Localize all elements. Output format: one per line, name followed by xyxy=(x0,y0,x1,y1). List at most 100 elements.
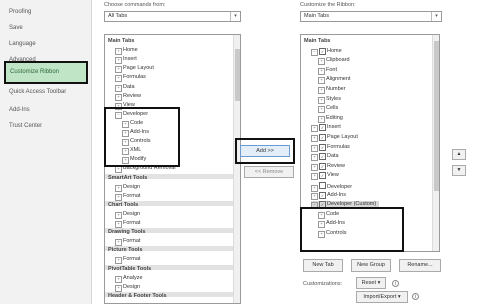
expand-icon[interactable]: + xyxy=(318,58,325,66)
expand-icon[interactable]: + xyxy=(311,154,318,162)
expand-icon[interactable]: + xyxy=(318,115,325,123)
ribbon-item[interactable]: + Number xyxy=(318,86,346,94)
expand-icon[interactable]: + xyxy=(318,67,325,75)
expand-icon[interactable]: + xyxy=(115,257,122,265)
tab-checkbox[interactable]: ✓ xyxy=(319,162,326,170)
scrollbar-thumb[interactable] xyxy=(235,49,240,101)
ribbon-item[interactable]: + ✓ Formulas xyxy=(311,143,350,152)
ribbon-item[interactable]: + Clipboard xyxy=(318,57,350,66)
expand-icon[interactable]: + xyxy=(115,66,122,74)
expand-icon[interactable]: + xyxy=(115,166,122,174)
tab-checkbox[interactable]: ✓ xyxy=(319,172,326,180)
scrollbar-thumb[interactable] xyxy=(434,41,439,191)
expand-icon[interactable]: + xyxy=(115,75,122,83)
command-item[interactable]: + Design xyxy=(115,211,140,219)
customize-ribbon-dropdown[interactable]: Main Tabs ▾ xyxy=(300,11,442,22)
ribbon-item[interactable]: + ✓ Add-Ins xyxy=(311,191,346,200)
ribbon-tree-scrollbar[interactable] xyxy=(432,35,439,251)
nav-item-save[interactable]: Save xyxy=(9,25,23,31)
expand-icon[interactable]: + xyxy=(115,84,122,92)
expand-icon[interactable]: + xyxy=(311,144,318,152)
command-item[interactable]: + Format xyxy=(115,220,140,228)
command-item[interactable]: + Format xyxy=(115,256,140,265)
expand-icon[interactable]: + xyxy=(318,106,325,114)
expand-icon[interactable]: + xyxy=(311,135,318,142)
command-group-header[interactable]: Drawing Tools xyxy=(108,229,145,235)
tab-checkbox[interactable]: ✓ xyxy=(319,124,326,132)
command-group-header[interactable]: Main Tabs xyxy=(108,38,135,44)
expand-icon[interactable]: + xyxy=(311,125,318,133)
command-item[interactable]: + Format xyxy=(115,238,140,247)
move-up-button[interactable]: ▲ xyxy=(452,149,466,160)
command-group-header[interactable]: Chart Tools xyxy=(108,202,138,208)
nav-item-language[interactable]: Language xyxy=(9,41,36,47)
expand-icon[interactable]: + xyxy=(318,96,325,104)
ribbon-item[interactable]: − ✓ Home xyxy=(311,47,342,56)
command-group-header[interactable]: Header & Footer Tools xyxy=(108,293,167,299)
nav-item-proofing[interactable]: Proofing xyxy=(9,9,31,15)
ribbon-item[interactable]: + Styles xyxy=(318,96,341,104)
expand-icon[interactable]: + xyxy=(115,193,122,201)
reset-button[interactable]: Reset ▾ xyxy=(356,277,386,289)
expand-icon[interactable]: + xyxy=(115,284,122,292)
tab-checkbox[interactable]: ✓ xyxy=(319,153,326,161)
command-item[interactable]: + Review xyxy=(115,93,141,101)
command-item[interactable]: + Formulas xyxy=(115,74,146,83)
command-item[interactable]: + Design xyxy=(115,284,140,292)
nav-item-customize-ribbon[interactable]: Customize Ribbon xyxy=(4,61,88,84)
command-group-header[interactable]: SmartArt Tools xyxy=(108,175,147,181)
command-item[interactable]: + Analyze xyxy=(115,275,143,283)
expand-icon[interactable]: + xyxy=(115,184,122,192)
tab-checkbox[interactable] xyxy=(319,182,326,189)
expand-icon[interactable]: + xyxy=(115,211,122,219)
expand-icon[interactable]: + xyxy=(115,275,122,283)
expand-icon[interactable]: + xyxy=(115,239,122,247)
nav-item-add-ins[interactable]: Add-Ins xyxy=(9,107,30,113)
command-item[interactable]: + Home xyxy=(115,47,138,56)
new-group-button[interactable]: New Group xyxy=(351,259,391,272)
move-down-button[interactable]: ▼ xyxy=(452,165,466,176)
expand-icon[interactable]: + xyxy=(311,192,318,200)
command-item[interactable]: + Page Layout xyxy=(115,65,154,74)
ribbon-item[interactable]: + Cells xyxy=(318,105,338,114)
expand-icon[interactable]: + xyxy=(115,221,122,228)
tab-checkbox[interactable]: ✓ xyxy=(319,143,326,151)
expand-icon[interactable]: + xyxy=(115,48,122,56)
expand-icon[interactable]: + xyxy=(318,87,325,94)
rename-button[interactable]: Rename... xyxy=(399,259,441,272)
command-item[interactable]: + Data xyxy=(115,84,135,92)
nav-item-trust-center[interactable]: Trust Center xyxy=(9,123,42,129)
command-item[interactable]: + Insert xyxy=(115,56,137,65)
command-item[interactable]: + Format xyxy=(115,193,140,201)
ribbon-group-header[interactable]: Main Tabs xyxy=(304,38,331,44)
import-export-button[interactable]: Import/Export ▾ xyxy=(356,291,408,303)
tab-checkbox[interactable]: ✓ xyxy=(319,47,326,55)
commands-list-scrollbar[interactable] xyxy=(233,35,240,303)
command-item[interactable]: + Design xyxy=(115,184,140,192)
ribbon-item[interactable]: + Alignment xyxy=(318,76,350,85)
ribbon-item[interactable]: + Editing xyxy=(318,115,343,123)
expand-icon[interactable]: + xyxy=(311,163,318,171)
expand-icon[interactable]: + xyxy=(115,93,122,101)
ribbon-item[interactable]: + ✓ Review xyxy=(311,162,345,171)
ribbon-item[interactable]: + ✓ Insert xyxy=(311,124,341,133)
tab-checkbox[interactable]: ✓ xyxy=(319,134,326,141)
command-group-header[interactable]: PivotTable Tools xyxy=(108,266,151,272)
expand-icon[interactable]: + xyxy=(318,77,325,85)
collapse-icon[interactable]: − xyxy=(311,48,318,56)
ribbon-item[interactable]: + ✓ Data xyxy=(311,153,339,162)
remove-button[interactable]: << Remove xyxy=(244,166,294,178)
ribbon-item[interactable]: + Developer xyxy=(311,182,352,192)
tab-checkbox[interactable]: ✓ xyxy=(319,191,326,199)
new-tab-button[interactable]: New Tab xyxy=(303,259,343,272)
ribbon-item[interactable]: + ✓ Page Layout xyxy=(311,134,358,142)
nav-item-quick-access-toolbar[interactable]: Quick Access Toolbar xyxy=(9,89,66,95)
choose-commands-dropdown[interactable]: All Tabs ▾ xyxy=(104,11,241,22)
ribbon-item[interactable]: + ✓ View xyxy=(311,172,339,181)
add-button[interactable]: Add >> xyxy=(240,145,290,157)
commands-list[interactable]: Main Tabs + Home + Insert + Page Layout + Formul… xyxy=(104,34,241,304)
ribbon-item[interactable]: + Font xyxy=(318,67,337,75)
expand-icon[interactable]: + xyxy=(311,173,318,181)
command-group-header[interactable]: Picture Tools xyxy=(108,247,142,253)
expand-icon[interactable]: + xyxy=(115,57,122,65)
